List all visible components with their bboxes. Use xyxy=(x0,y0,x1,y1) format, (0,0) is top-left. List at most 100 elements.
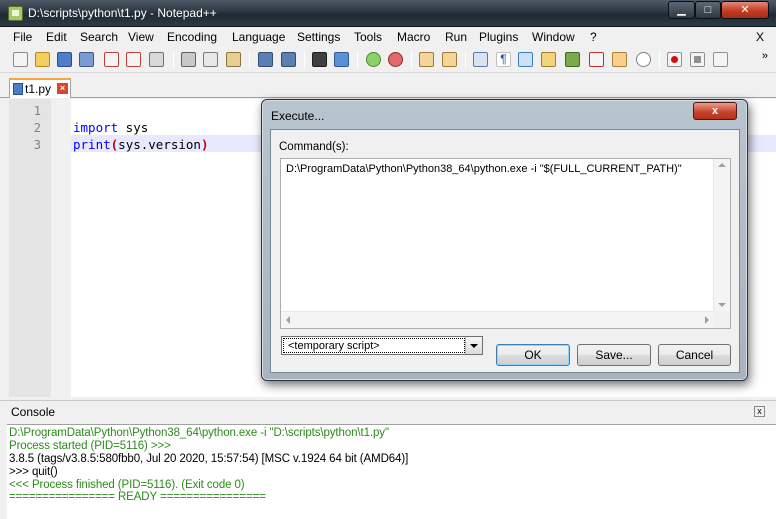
tab-label: t1.py xyxy=(25,82,52,96)
code-line-2: import sys xyxy=(73,120,148,135)
menu-help[interactable]: ? xyxy=(590,30,597,44)
scroll-up-arrow-icon[interactable] xyxy=(718,163,726,167)
script-select[interactable]: <temporary script> xyxy=(281,336,483,355)
monitoring-icon[interactable] xyxy=(612,52,627,67)
close-document-button[interactable]: X xyxy=(756,30,764,44)
paste-icon[interactable] xyxy=(226,52,241,67)
indent-guide-icon[interactable] xyxy=(518,52,533,67)
script-select-value: <temporary script> xyxy=(288,340,380,352)
copy-icon[interactable] xyxy=(203,52,218,67)
toolbar: ¶ » xyxy=(0,47,776,73)
replace-icon[interactable] xyxy=(334,52,349,67)
record-macro-icon[interactable] xyxy=(667,52,682,67)
print-icon[interactable] xyxy=(149,52,164,67)
menu-search[interactable]: Search xyxy=(80,30,118,44)
line-number: 1 xyxy=(33,104,41,118)
line-number-margin: 1 2 3 xyxy=(9,99,51,397)
title-bar: D:\scripts\python\t1.py - Notepad++ ▁ □ … xyxy=(0,0,776,27)
zoom-in-icon[interactable] xyxy=(366,52,381,67)
play-macro-icon[interactable] xyxy=(713,52,728,67)
menu-encoding[interactable]: Encoding xyxy=(167,30,217,44)
line-number: 3 xyxy=(33,138,41,152)
keyword: import xyxy=(73,120,119,135)
zoom-out-icon[interactable] xyxy=(388,52,403,67)
dialog-close-button[interactable]: x xyxy=(693,102,737,120)
dialog-title: Execute... xyxy=(271,109,325,123)
menu-language[interactable]: Language xyxy=(232,30,285,44)
scroll-right-arrow-icon[interactable] xyxy=(705,316,709,324)
eye-icon[interactable] xyxy=(636,52,651,67)
menu-edit[interactable]: Edit xyxy=(46,30,67,44)
console-line: <<< Process finished (PID=5116). (Exit c… xyxy=(9,479,245,491)
close-icon[interactable] xyxy=(104,52,119,67)
command-label: Command(s): xyxy=(279,141,349,153)
menu-bar: File Edit Search View Encoding Language … xyxy=(0,28,776,47)
save-button[interactable]: Save... xyxy=(577,344,651,366)
open-file-icon[interactable] xyxy=(35,52,50,67)
console-close-icon[interactable]: x xyxy=(754,406,765,417)
toolbar-overflow-button[interactable]: » xyxy=(762,50,768,62)
tab-close-icon[interactable]: × xyxy=(57,83,68,94)
code-text: sys.version xyxy=(118,137,201,152)
function-list-icon[interactable] xyxy=(565,52,580,67)
scroll-down-arrow-icon[interactable] xyxy=(718,303,726,307)
menu-view[interactable]: View xyxy=(128,30,154,44)
code-text: sys xyxy=(118,120,149,135)
save-all-icon[interactable] xyxy=(79,52,94,67)
sync-horizontal-icon[interactable] xyxy=(442,52,457,67)
redo-icon[interactable] xyxy=(281,52,296,67)
menu-tools[interactable]: Tools xyxy=(354,30,382,44)
show-all-chars-icon[interactable]: ¶ xyxy=(496,52,511,67)
save-icon[interactable] xyxy=(57,52,72,67)
menu-settings[interactable]: Settings xyxy=(297,30,340,44)
toolbar-separator xyxy=(304,51,305,69)
toolbar-separator xyxy=(659,51,660,69)
stop-macro-icon[interactable] xyxy=(690,52,705,67)
menu-macro[interactable]: Macro xyxy=(397,30,430,44)
cut-icon[interactable] xyxy=(181,52,196,67)
tab-t1-py[interactable]: t1.py × xyxy=(9,78,71,98)
console-output[interactable]: D:\ProgramData\Python\Python38_64\python… xyxy=(7,424,776,519)
console-line: ================ READY ================ xyxy=(9,491,266,503)
ok-button[interactable]: OK xyxy=(496,344,570,366)
doc-map-icon[interactable] xyxy=(541,52,556,67)
toolbar-separator xyxy=(465,51,466,69)
new-file-icon[interactable] xyxy=(13,52,28,67)
toolbar-separator xyxy=(411,51,412,69)
saved-file-icon xyxy=(13,83,23,95)
close-all-icon[interactable] xyxy=(126,52,141,67)
console-panel-header: Console x xyxy=(0,400,776,422)
window-close-button[interactable]: ✕ xyxy=(721,1,769,19)
console-line: Process started (PID=5116) >>> xyxy=(9,440,171,452)
code-line-3: print(sys.version) xyxy=(73,137,209,152)
console-line: >>> quit() xyxy=(9,466,58,478)
line-number: 2 xyxy=(33,121,41,135)
menu-run[interactable]: Run xyxy=(445,30,467,44)
sync-vertical-icon[interactable] xyxy=(419,52,434,67)
menu-window[interactable]: Window xyxy=(532,30,575,44)
toolbar-separator xyxy=(249,51,250,69)
scrollbar-corner xyxy=(713,311,730,328)
select-dropdown-button[interactable] xyxy=(465,337,482,354)
fold-margin[interactable] xyxy=(51,99,71,397)
dialog-body: Command(s): D:\ProgramData\Python\Python… xyxy=(270,129,740,373)
vertical-scrollbar[interactable] xyxy=(713,159,730,312)
command-text: D:\ProgramData\Python\Python38_64\python… xyxy=(286,163,682,175)
console-line: D:\ProgramData\Python\Python38_64\python… xyxy=(9,427,389,439)
maximize-button[interactable]: □ xyxy=(695,1,721,19)
paren-close: ) xyxy=(200,137,209,152)
undo-icon[interactable] xyxy=(258,52,273,67)
find-icon[interactable] xyxy=(312,52,327,67)
word-wrap-icon[interactable] xyxy=(473,52,488,67)
notepad-plus-plus-icon xyxy=(8,6,23,21)
command-textarea[interactable]: D:\ProgramData\Python\Python38_64\python… xyxy=(280,158,731,329)
console-line: 3.8.5 (tags/v3.8.5:580fbb0, Jul 20 2020,… xyxy=(9,453,409,465)
folder-workspace-icon[interactable] xyxy=(589,52,604,67)
scroll-left-arrow-icon[interactable] xyxy=(286,316,290,324)
menu-file[interactable]: File xyxy=(13,30,32,44)
horizontal-scrollbar[interactable] xyxy=(281,311,714,328)
select-focus-rect: <temporary script> xyxy=(283,338,465,353)
minimize-button[interactable]: ▁ xyxy=(668,1,695,19)
cancel-button[interactable]: Cancel xyxy=(658,344,731,366)
menu-plugins[interactable]: Plugins xyxy=(479,30,518,44)
